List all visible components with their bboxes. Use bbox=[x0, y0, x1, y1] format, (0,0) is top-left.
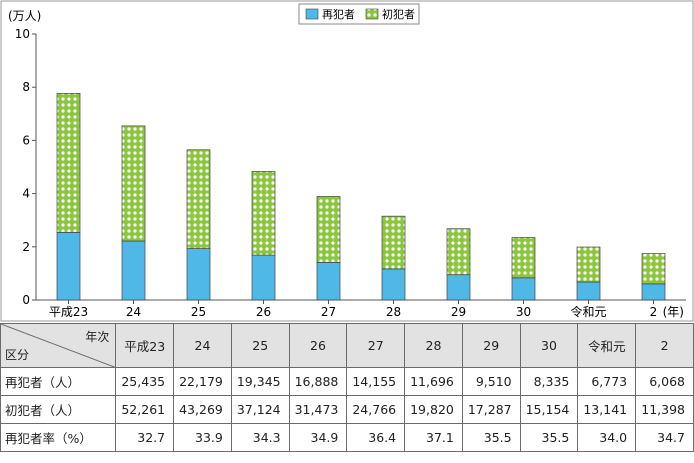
bar-repeat-offender bbox=[56, 231, 81, 301]
table-cell: 25,435 bbox=[115, 367, 175, 396]
bar-repeat-offender bbox=[121, 240, 146, 301]
legend-swatch bbox=[365, 8, 379, 20]
table-cell: 31,473 bbox=[288, 395, 348, 424]
table-cell: 37,124 bbox=[230, 395, 290, 424]
bar-repeat-offender bbox=[511, 277, 536, 301]
table-cell: 16,888 bbox=[288, 367, 348, 396]
bar-repeat-offender bbox=[186, 248, 211, 301]
table-cell: 34.3 bbox=[230, 423, 290, 452]
bar-repeat-offender bbox=[381, 268, 406, 301]
table-row: 初犯者（人） 52,261 43,269 37,124 31,473 24,766 19,8… bbox=[0, 395, 694, 424]
table-row-label: 再犯者率（%） bbox=[0, 423, 117, 452]
table-year-header: 令和元 bbox=[577, 323, 637, 368]
table-year-header: 30 bbox=[519, 323, 579, 368]
table-cell: 32.7 bbox=[115, 423, 175, 452]
table-cell: 24,766 bbox=[346, 395, 406, 424]
y-tick-label: 8 bbox=[22, 80, 30, 94]
table-row: 再犯者率（%） 32.7 33.9 34.3 34.9 36.4 37.1 35.5 35.5 3… bbox=[0, 423, 694, 452]
y-tick-label: 10 bbox=[15, 27, 30, 41]
table-cell: 35.5 bbox=[519, 423, 579, 452]
legend-label: 初犯者 bbox=[382, 7, 415, 21]
data-table: 年次 区分 平成23 24 25 26 27 28 29 30 令和元 2 再犯者（人） 25,43… bbox=[0, 323, 694, 452]
table-cell: 14,155 bbox=[346, 367, 406, 396]
table-year-header: 25 bbox=[230, 323, 290, 368]
y-axis-unit: (万人) bbox=[8, 9, 41, 23]
y-tick-label: 2 bbox=[22, 240, 30, 254]
table-cell: 8,335 bbox=[519, 367, 579, 396]
legend-swatch bbox=[305, 8, 319, 20]
x-tick-label: 28 bbox=[386, 305, 401, 319]
table-cell: 33.9 bbox=[173, 423, 232, 452]
bar-first-offender bbox=[381, 215, 406, 270]
table-cell: 36.4 bbox=[346, 423, 406, 452]
bar-repeat-offender bbox=[446, 274, 471, 301]
table-cell: 6,068 bbox=[635, 367, 694, 396]
table-cell: 13,141 bbox=[577, 395, 637, 424]
table-row-label: 初犯者（人） bbox=[0, 395, 117, 424]
bar-first-offender bbox=[186, 149, 211, 249]
table-cell: 34.7 bbox=[635, 423, 694, 452]
table-row-label: 再犯者（人） bbox=[0, 367, 117, 396]
table-cell: 34.0 bbox=[577, 423, 637, 452]
bar-chart: (万人) 再犯者 初犯者 0246810平成23 24 25 26 27 28 29 30 令和元… bbox=[0, 0, 694, 322]
table-cell: 6,773 bbox=[577, 367, 637, 396]
table-row: 再犯者（人） 25,435 22,179 19,345 16,888 14,155 11,6… bbox=[0, 367, 694, 396]
table-cell: 19,345 bbox=[230, 367, 290, 396]
y-tick-label: 0 bbox=[22, 293, 30, 307]
bars bbox=[56, 92, 666, 301]
table-header-row: 年次 区分 平成23 24 25 26 27 28 29 30 令和元 2 bbox=[0, 323, 694, 368]
legend-label: 再犯者 bbox=[322, 8, 355, 21]
bar-first-offender bbox=[576, 246, 601, 283]
x-tick-label: 25 bbox=[191, 305, 206, 319]
bar-first-offender bbox=[121, 125, 146, 242]
bar-first-offender bbox=[316, 196, 341, 263]
table-year-header: 28 bbox=[404, 323, 463, 368]
y-tick-label: 6 bbox=[22, 133, 30, 147]
table-cell: 11,398 bbox=[635, 395, 694, 424]
x-tick-label: 30 bbox=[516, 305, 531, 319]
x-tick-label: 27 bbox=[321, 305, 336, 319]
table-cell: 43,269 bbox=[173, 395, 232, 424]
table-corner-cell: 年次 区分 bbox=[0, 323, 117, 368]
x-tick-label: 令和元 bbox=[570, 304, 606, 319]
table-cell: 37.1 bbox=[404, 423, 463, 452]
bar-repeat-offender bbox=[251, 254, 276, 301]
table-year-header: 24 bbox=[173, 323, 232, 368]
x-tick-label: 26 bbox=[256, 305, 271, 319]
x-tick-label: 平成23 bbox=[49, 305, 88, 319]
corner-year-label: 年次 bbox=[85, 330, 110, 344]
x-tick-label: 29 bbox=[451, 305, 466, 319]
table-year-header: 26 bbox=[288, 323, 348, 368]
table-cell: 11,696 bbox=[404, 367, 463, 396]
bar-first-offender bbox=[251, 171, 276, 256]
table-year-header: 27 bbox=[346, 323, 406, 368]
y-tick-label: 4 bbox=[22, 187, 30, 201]
table-cell: 52,261 bbox=[115, 395, 175, 424]
table-cell: 34.9 bbox=[288, 423, 348, 452]
table-year-header: 29 bbox=[461, 323, 521, 368]
table-cell: 22,179 bbox=[173, 367, 232, 396]
x-tick-label: 2 bbox=[650, 305, 658, 319]
bar-repeat-offender bbox=[316, 261, 341, 301]
bar-first-offender bbox=[446, 228, 471, 276]
table-cell: 19,820 bbox=[404, 395, 463, 424]
table-cell: 9,510 bbox=[461, 367, 521, 396]
legend: 再犯者 初犯者 bbox=[298, 3, 420, 25]
table-cell: 35.5 bbox=[461, 423, 521, 452]
bar-repeat-offender bbox=[576, 281, 601, 301]
bar-first-offender bbox=[56, 92, 81, 233]
table-year-header: 平成23 bbox=[115, 323, 175, 368]
bar-first-offender bbox=[511, 237, 536, 279]
bar-first-offender bbox=[641, 253, 666, 285]
x-tick-label: 24 bbox=[126, 305, 141, 319]
x-axis-unit: (年) bbox=[663, 305, 684, 319]
table-cell: 15,154 bbox=[519, 395, 579, 424]
table-year-header: 2 bbox=[635, 323, 694, 368]
table-cell: 17,287 bbox=[461, 395, 521, 424]
bar-repeat-offender bbox=[641, 283, 666, 301]
corner-category-label: 区分 bbox=[5, 348, 30, 362]
